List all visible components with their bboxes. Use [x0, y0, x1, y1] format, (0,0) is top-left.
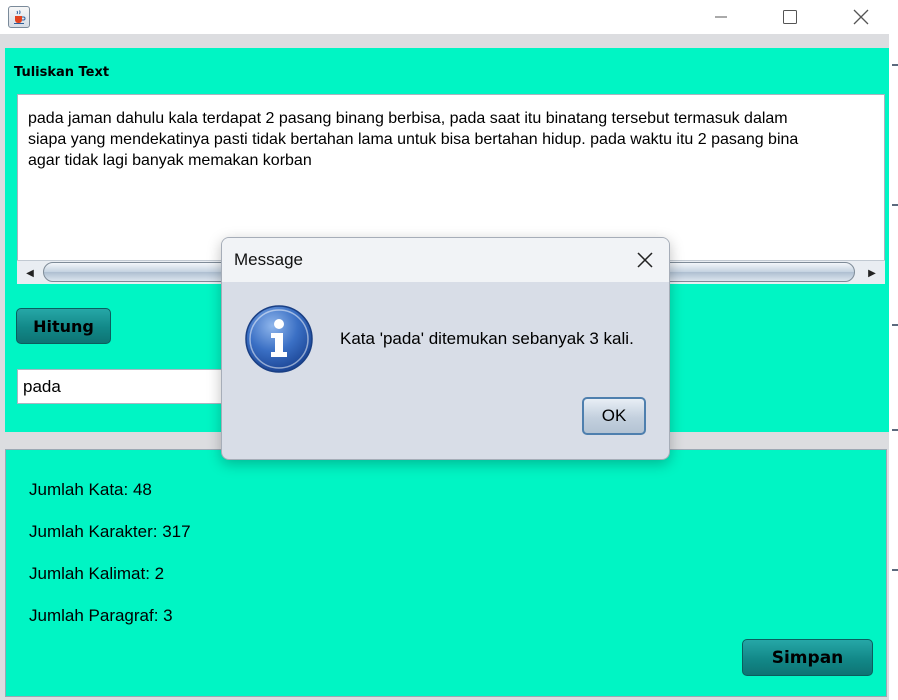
scroll-left-icon[interactable]: ◀ — [22, 266, 38, 280]
jumlah-paragraf-label: Jumlah Paragraf: 3 — [29, 606, 173, 625]
minimize-button[interactable] — [698, 0, 744, 34]
java-cup-icon[interactable] — [8, 6, 30, 28]
jumlah-kata-label: Jumlah Kata: 48 — [29, 480, 152, 499]
maximize-icon — [783, 10, 797, 24]
hitung-button[interactable]: Hitung — [16, 308, 111, 344]
panel-title: Tuliskan Text — [14, 65, 110, 80]
jumlah-kalimat-label: Jumlah Kalimat: 2 — [29, 564, 165, 583]
dialog-title: Message — [234, 250, 303, 269]
background-window-edge — [889, 34, 898, 700]
text-line: siapa yang mendekatinya pasti tidak bert… — [28, 131, 799, 148]
message-dialog: Message Kata 'pada' ditemukan sebanyak 3… — [221, 237, 670, 460]
text-line: pada jaman dahulu kala terdapat 2 pasang… — [28, 110, 788, 127]
dialog-title-bar: Message — [222, 238, 669, 282]
result-panel: Jumlah Kata: 48 Jumlah Karakter: 317 Jum… — [5, 449, 887, 697]
text-line: agar tidak lagi banyak memakan korban — [28, 152, 312, 169]
jumlah-karakter-label: Jumlah Karakter: 317 — [29, 522, 191, 541]
minimize-icon — [715, 16, 727, 18]
text-area-content: pada jaman dahulu kala terdapat 2 pasang… — [28, 108, 884, 171]
window-title-bar — [0, 0, 898, 34]
close-icon — [853, 9, 869, 25]
info-icon — [244, 304, 314, 378]
close-icon — [637, 252, 653, 268]
simpan-button[interactable]: Simpan — [742, 639, 873, 676]
close-window-button[interactable] — [838, 0, 884, 34]
ok-button[interactable]: OK — [582, 397, 646, 435]
scroll-right-icon[interactable]: ▶ — [864, 266, 880, 280]
maximize-button[interactable] — [767, 0, 813, 34]
dialog-close-button[interactable] — [632, 248, 658, 272]
dialog-message: Kata 'pada' ditemukan sebanyak 3 kali. — [340, 329, 634, 348]
